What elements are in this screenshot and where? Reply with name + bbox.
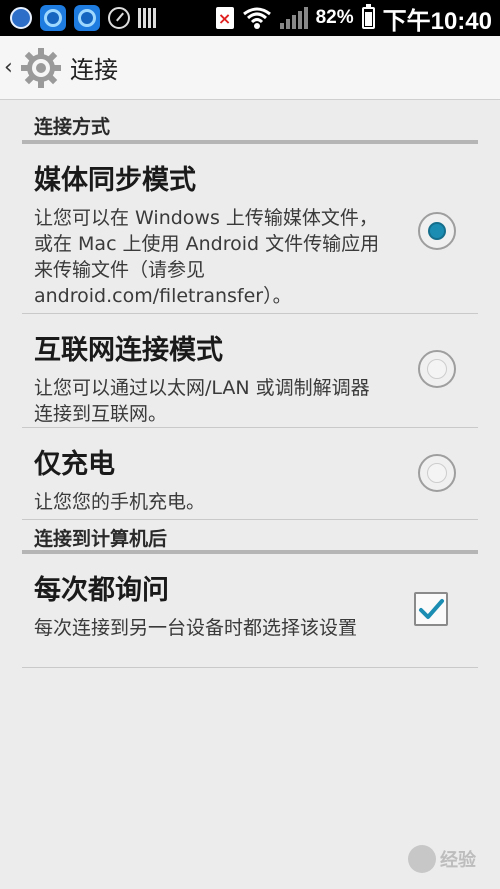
radio-charge-only[interactable] [418, 454, 456, 492]
speedometer-icon [108, 7, 130, 29]
browser-icon-2 [74, 5, 100, 31]
option-description: 每次连接到另一台设备时都选择该设置 [34, 617, 358, 639]
wifi-icon [242, 7, 271, 29]
back-chevron-icon[interactable]: ‹ [4, 55, 20, 80]
clock: 下午10:40 [382, 7, 492, 35]
option-internet-connection[interactable]: 互联网连接模式 让您可以通过以太网/LAN 或调制解调器连接到互联网。 [22, 314, 478, 428]
option-title: 仅充电 [34, 449, 115, 480]
radio-media-sync[interactable] [418, 212, 456, 250]
app-notification-icon [10, 7, 32, 29]
watermark-text: 经验 [440, 850, 476, 871]
checkmark-icon [419, 599, 444, 619]
section-header-after-connect: 连接到计算机后 [22, 520, 478, 554]
baidu-watermark: 经验 [408, 845, 476, 873]
section-header-connection-type: 连接方式 [22, 100, 478, 144]
battery-percent: 82% [315, 7, 354, 28]
option-description: 让您可以在 Windows 上传输媒体文件，或在 Mac 上使用 Android… [34, 207, 380, 307]
radio-internet-connection[interactable] [418, 350, 456, 388]
no-sim-icon: × [215, 7, 234, 29]
settings-list: 连接方式 媒体同步模式 让您可以在 Windows 上传输媒体文件，或在 Mac… [22, 100, 478, 668]
page-title: 连接 [70, 56, 118, 84]
status-left [10, 5, 156, 31]
option-title: 每次都询问 [34, 575, 169, 606]
option-description: 让您您的手机充电。 [34, 491, 206, 513]
status-bar: × 82% 下午10:40 [0, 0, 500, 36]
always-ask-checkbox[interactable] [414, 592, 448, 626]
battery-icon [361, 4, 375, 29]
option-title: 互联网连接模式 [34, 335, 223, 366]
signal-icon [279, 7, 308, 29]
browser-icon [40, 5, 66, 31]
option-charge-only[interactable]: 仅充电 让您您的手机充电。 [22, 428, 478, 520]
action-bar[interactable]: ‹ 连接 [0, 36, 500, 100]
option-media-sync[interactable]: 媒体同步模式 让您可以在 Windows 上传输媒体文件，或在 Mac 上使用 … [22, 144, 478, 314]
paw-logo-icon [408, 845, 436, 873]
settings-gear-icon[interactable] [20, 47, 62, 89]
option-always-ask[interactable]: 每次都询问 每次连接到另一台设备时都选择该设置 [22, 554, 478, 668]
option-description: 让您可以通过以太网/LAN 或调制解调器连接到互联网。 [34, 377, 370, 425]
status-right: × 82% 下午10:40 [215, 1, 492, 36]
barcode-icon [138, 8, 156, 28]
option-title: 媒体同步模式 [34, 165, 196, 196]
